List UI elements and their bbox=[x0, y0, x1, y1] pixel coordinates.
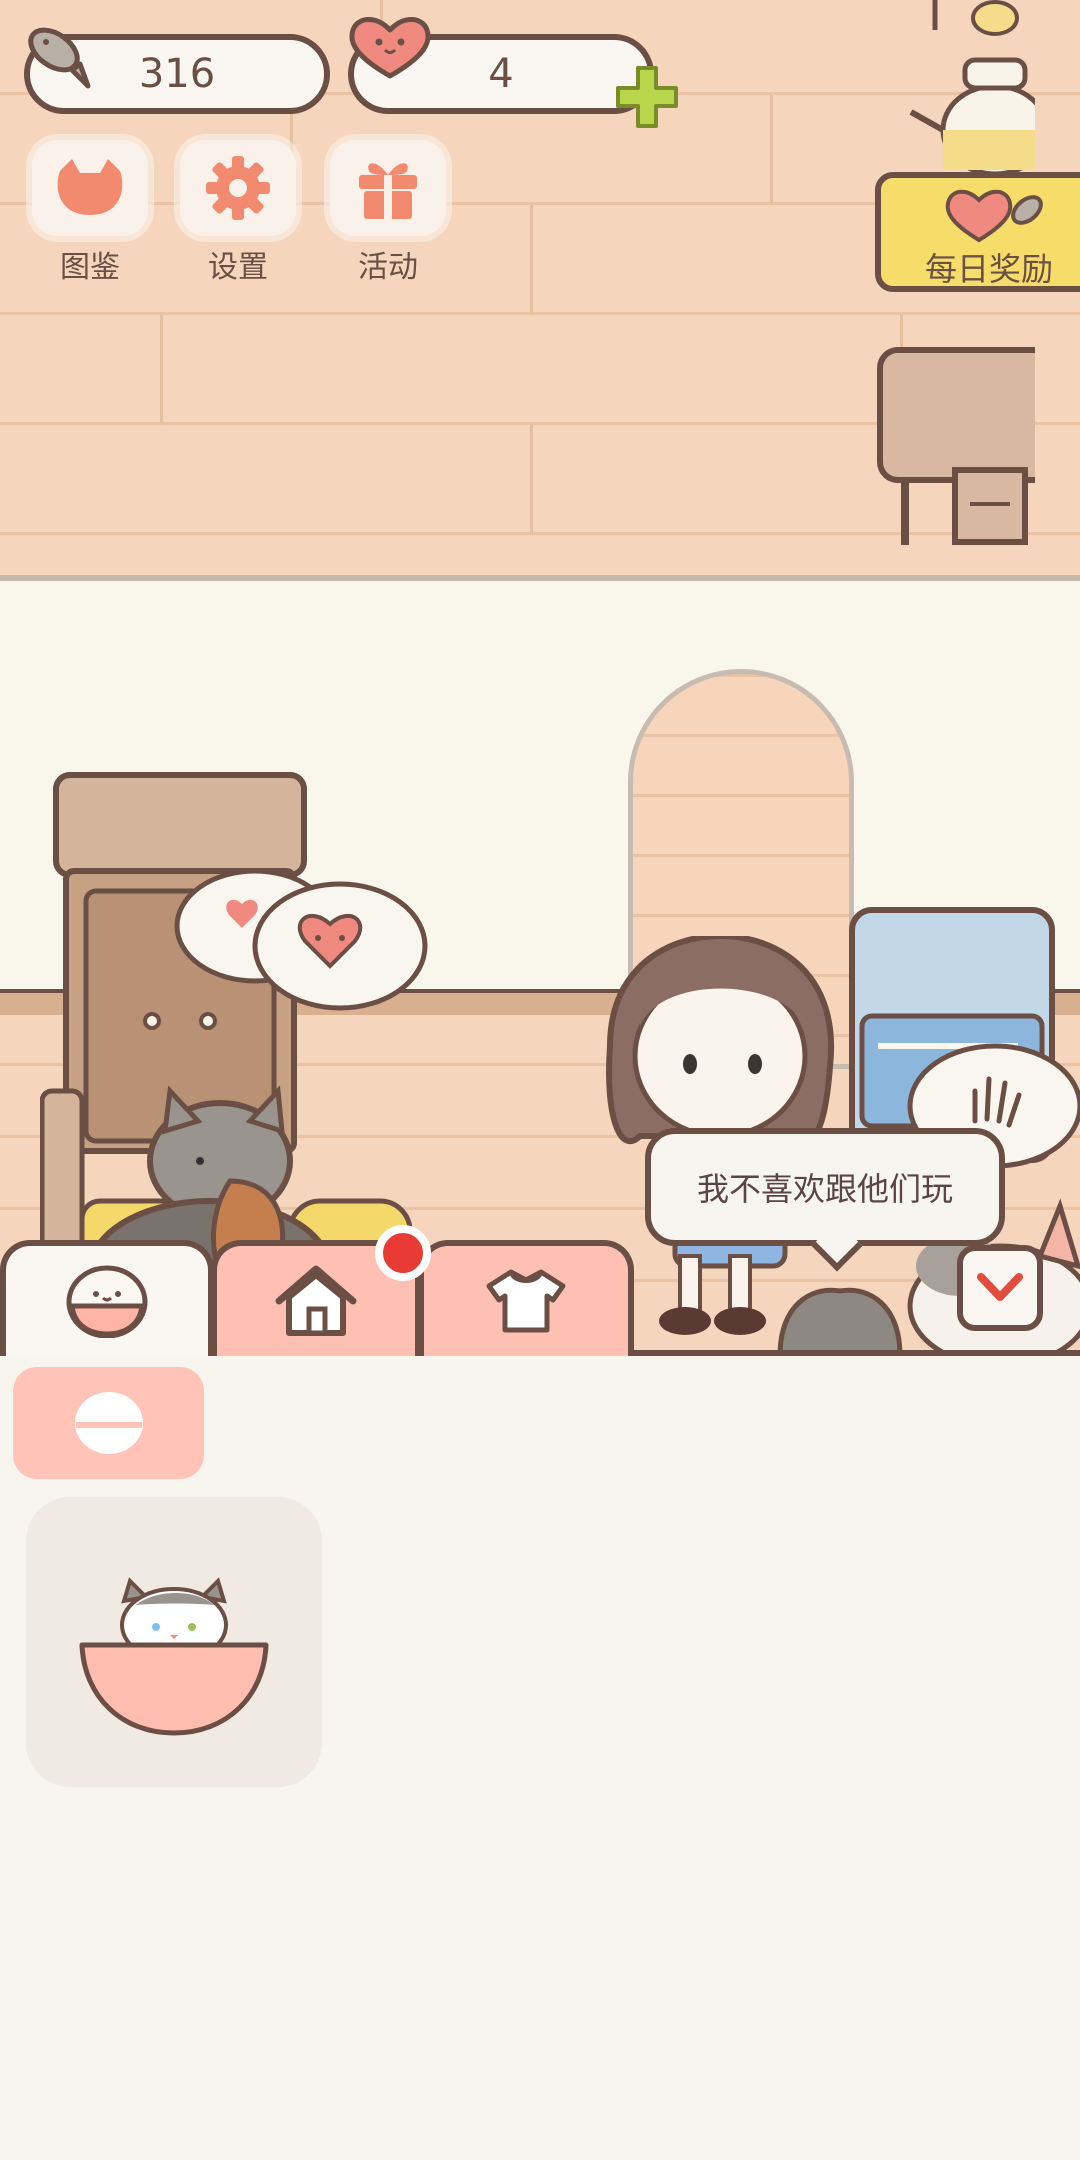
fish-icon bbox=[28, 27, 91, 89]
notification-dot bbox=[375, 1225, 431, 1281]
daily-reward-label: 每日奖励 bbox=[925, 250, 1054, 288]
dialog-text: 我不喜欢跟他们玩 bbox=[696, 1170, 953, 1208]
cat-face-icon bbox=[57, 159, 123, 215]
game-screen: 316 4 图鉴 设置 活动 每日奖励 我不喜欢跟他们玩 bbox=[0, 0, 1080, 2160]
collection-button[interactable]: 图鉴 bbox=[30, 140, 150, 285]
bowl-icon bbox=[74, 1392, 143, 1454]
character-dialog-bubble: 我不喜欢跟他们玩 bbox=[645, 1128, 1005, 1246]
events-button[interactable]: 活动 bbox=[328, 140, 448, 285]
heart-icon bbox=[349, 17, 431, 79]
inventory-item-cat-bowl[interactable] bbox=[26, 1497, 322, 1787]
chevron-down-icon bbox=[977, 1273, 1023, 1301]
shirt-icon bbox=[486, 1269, 566, 1333]
add-hearts-plus-icon[interactable] bbox=[612, 62, 682, 132]
house-icon bbox=[275, 1265, 357, 1336]
daily-reward-button[interactable]: 每日奖励 bbox=[875, 172, 1080, 292]
subcategory-bowl-tab[interactable] bbox=[13, 1367, 204, 1479]
heart-thought-bubbles bbox=[174, 868, 428, 1011]
tab-cat-bowl[interactable] bbox=[0, 1240, 214, 1356]
settings-label: 设置 bbox=[208, 250, 268, 285]
tab-clothes[interactable] bbox=[418, 1240, 634, 1356]
heart-count: 4 bbox=[488, 51, 514, 97]
collapse-dropdown-button[interactable] bbox=[957, 1245, 1043, 1331]
settings-button[interactable]: 设置 bbox=[178, 140, 298, 285]
fish-count: 316 bbox=[138, 51, 216, 97]
gear-icon bbox=[206, 156, 270, 220]
gift-icon bbox=[359, 163, 417, 219]
cat-bowl-tab-icon bbox=[66, 1265, 148, 1338]
reward-heart-fish-icon bbox=[945, 189, 1043, 243]
cat-in-bowl-icon bbox=[79, 1577, 269, 1736]
events-label: 活动 bbox=[358, 250, 418, 285]
collection-label: 图鉴 bbox=[60, 250, 120, 285]
